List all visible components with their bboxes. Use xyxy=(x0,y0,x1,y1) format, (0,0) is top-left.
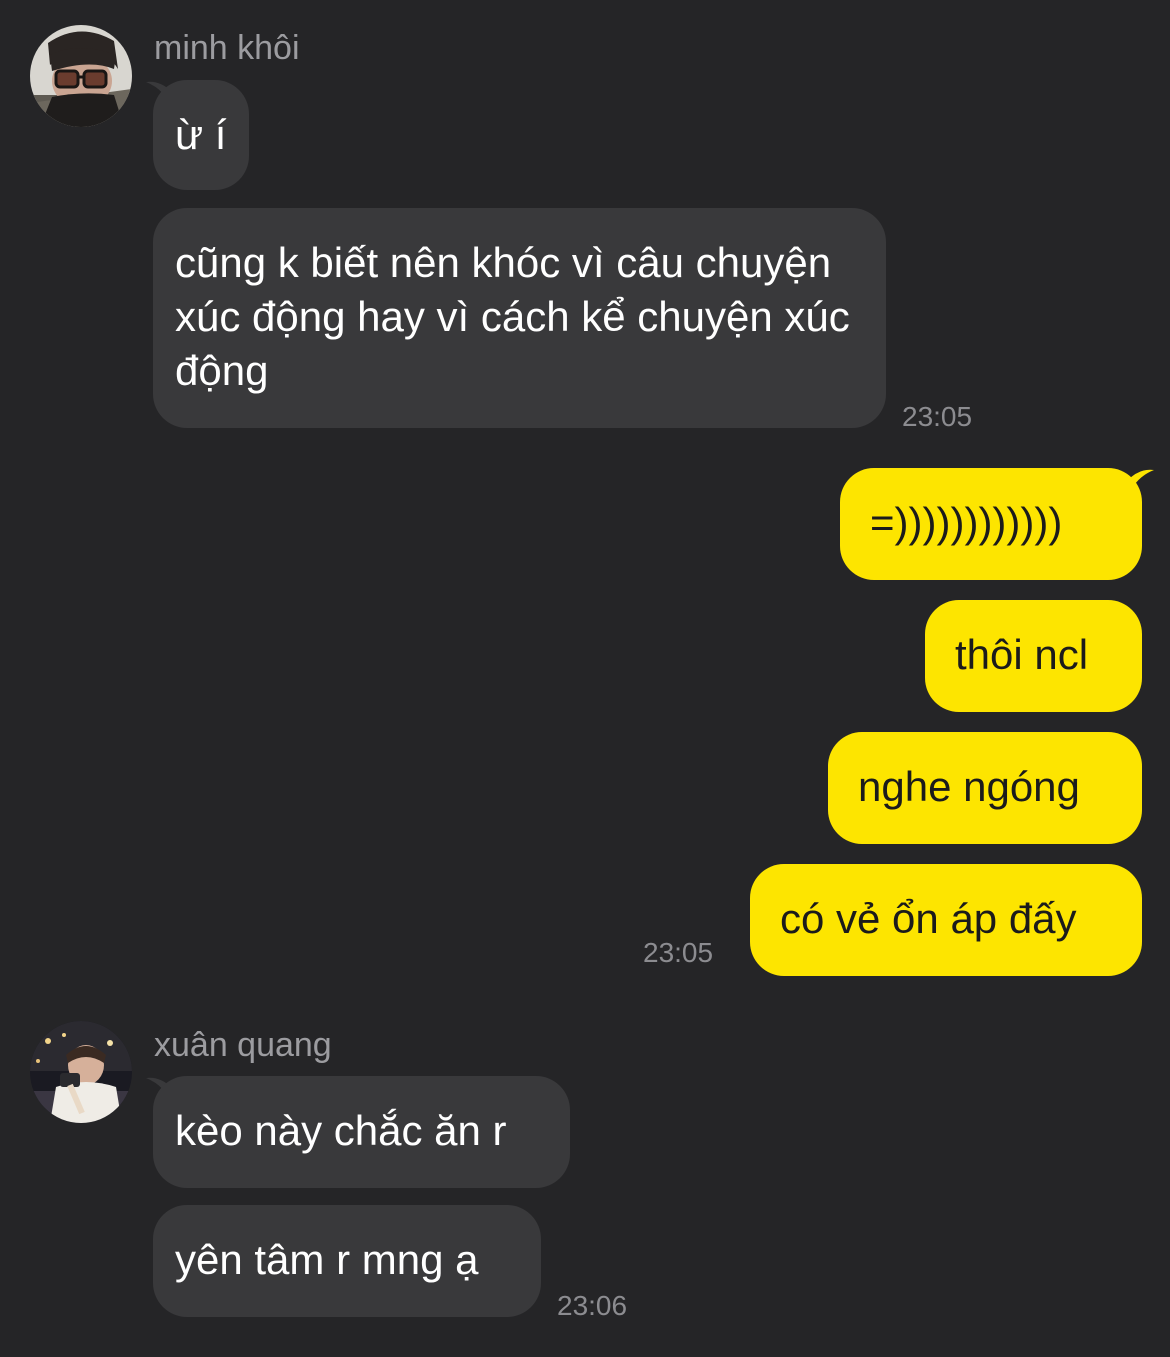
incoming-message-bubble[interactable]: kèo này chắc ăn r xyxy=(153,1076,570,1188)
incoming-message-bubble[interactable]: ừ í xyxy=(153,80,249,190)
message-text: =)))))))))))) xyxy=(870,499,1063,546)
outgoing-message-bubble[interactable]: nghe ngóng xyxy=(828,732,1142,844)
message-text: cũng k biết nên khóc vì câu chuyện xúc đ… xyxy=(175,239,850,394)
sender-name: xuân quang xyxy=(154,1026,332,1064)
message-text: ừ í xyxy=(175,111,227,158)
profile-photo-man-glasses-icon xyxy=(30,25,132,127)
outgoing-message-bubble[interactable]: có vẻ ổn áp đấy xyxy=(750,864,1142,976)
sender-name: minh khôi xyxy=(154,29,300,67)
incoming-message-bubble[interactable]: cũng k biết nên khóc vì câu chuyện xúc đ… xyxy=(153,208,886,428)
avatar-xuan-quang[interactable] xyxy=(30,1021,132,1123)
message-timestamp: 23:05 xyxy=(643,937,714,968)
message-timestamp: 23:06 xyxy=(557,1290,628,1321)
profile-photo-man-city-night-icon xyxy=(30,1021,132,1123)
avatar-minh-khoi[interactable] xyxy=(30,25,132,127)
message-text: nghe ngóng xyxy=(858,763,1080,810)
incoming-message-bubble[interactable]: yên tâm r mng ạ xyxy=(153,1205,541,1317)
message-text: kèo này chắc ăn r xyxy=(175,1107,507,1154)
outgoing-message-bubble[interactable]: =)))))))))))) xyxy=(840,468,1142,580)
message-text: thôi ncl xyxy=(955,631,1089,678)
message-timestamp: 23:05 xyxy=(902,401,973,432)
message-text: có vẻ ổn áp đấy xyxy=(780,895,1077,942)
outgoing-message-bubble[interactable]: thôi ncl xyxy=(925,600,1142,712)
message-text: yên tâm r mng ạ xyxy=(175,1236,479,1283)
